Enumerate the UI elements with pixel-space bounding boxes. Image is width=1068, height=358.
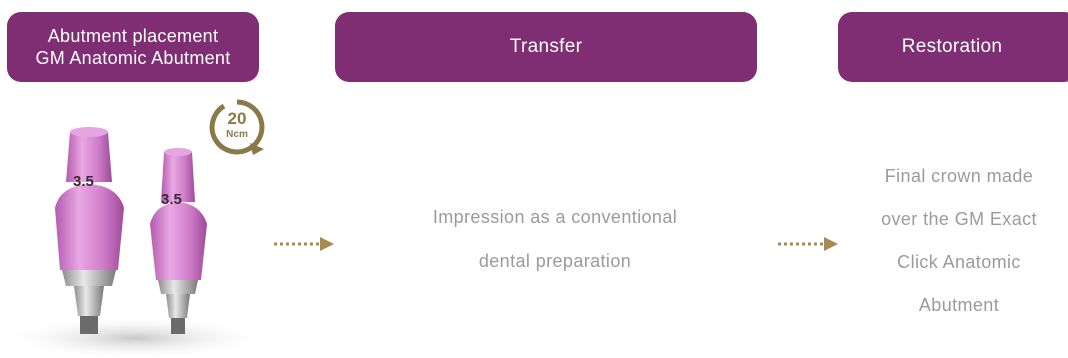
- dotted-arrow-icon: [274, 237, 334, 251]
- restoration-description: Final crown made over the GM Exact Click…: [850, 155, 1068, 327]
- stage-title-line1: Abutment placement: [47, 26, 219, 46]
- stage-title: Restoration: [901, 36, 1003, 57]
- abutment-left: 3.5: [55, 127, 124, 334]
- stage-title-line2: GM Anatomic Abutment: [35, 48, 231, 68]
- stage-title: Transfer: [509, 36, 583, 57]
- abutment-size-label: 3.5: [73, 173, 94, 190]
- stage-transfer: Transfer: [335, 12, 757, 82]
- description-line: Click Anatomic: [897, 252, 1021, 272]
- abutment-right: 3.5: [150, 148, 207, 334]
- dotted-arrow-icon: [778, 237, 838, 251]
- abutment-size-label: 3.5: [161, 191, 182, 208]
- ground-shadow: [0, 316, 270, 358]
- abutments-illustration: 3.5 3.5: [0, 127, 270, 358]
- description-line: Final crown made: [884, 166, 1034, 186]
- description-line: dental preparation: [478, 251, 632, 271]
- description-line: Abutment: [918, 295, 1000, 315]
- stage-abutment-placement: Abutment placement GM Anatomic Abutment: [7, 12, 259, 82]
- description-line: Impression as a conventional: [432, 207, 678, 227]
- description-line: over the GM Exact: [881, 209, 1037, 229]
- stage-restoration: Restoration: [838, 12, 1068, 82]
- transfer-description: Impression as a conventional dental prep…: [385, 195, 725, 283]
